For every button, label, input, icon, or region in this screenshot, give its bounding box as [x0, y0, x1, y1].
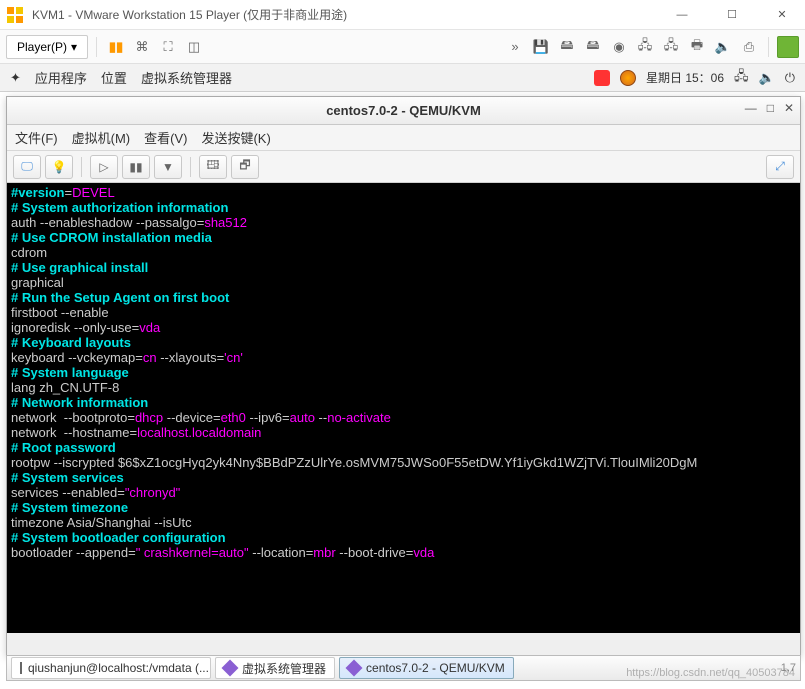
separator	[81, 157, 82, 177]
qemu-minimize-button[interactable]: —	[745, 101, 757, 115]
fullscreen-icon[interactable]: ⛶	[157, 36, 179, 58]
close-button[interactable]: ✕	[765, 4, 799, 26]
updates-icon[interactable]	[620, 70, 636, 86]
qemu-menubar: 文件(F) 虚拟机(M) 查看(V) 发送按键(K)	[7, 125, 800, 151]
virt-viewer-icon	[346, 660, 363, 677]
nic2-icon[interactable]: 🖧	[660, 36, 682, 58]
crash-notify-icon[interactable]	[594, 70, 610, 86]
gnome-taskbar: qiushanjun@localhost:/vmdata (... 虚拟系统管理…	[6, 655, 801, 681]
printer-icon[interactable]: 🖶	[686, 36, 708, 58]
gnome-apps-icon: ✦	[10, 70, 21, 86]
task-qemu[interactable]: centos7.0-2 - QEMU/KVM	[339, 657, 514, 679]
floppy-icon[interactable]: 💾	[530, 36, 552, 58]
chevron-down-icon: ▾	[71, 40, 77, 54]
network-status-icon[interactable]: 🖧	[734, 67, 749, 89]
terminal-icon	[20, 662, 22, 674]
separator	[768, 37, 769, 57]
pause-button[interactable]: ▮▮	[122, 155, 150, 179]
qemu-window: centos7.0-2 - QEMU/KVM — □ ✕ 文件(F) 虚拟机(M…	[6, 96, 801, 656]
qemu-titlebar: centos7.0-2 - QEMU/KVM — □ ✕	[7, 97, 800, 125]
vmware-tools-button[interactable]	[777, 36, 799, 58]
connect-icon[interactable]: »	[504, 36, 526, 58]
unity-icon[interactable]: ◫	[183, 36, 205, 58]
pager: 1,7	[781, 662, 796, 674]
applications-menu[interactable]: 应用程序	[35, 68, 87, 87]
separator	[190, 157, 191, 177]
task-virt-manager[interactable]: 虚拟系统管理器	[215, 657, 335, 679]
task-terminal[interactable]: qiushanjun@localhost:/vmdata (...	[11, 657, 211, 679]
virt-manager-icon	[222, 660, 239, 677]
qemu-window-title: centos7.0-2 - QEMU/KVM	[326, 103, 481, 118]
clock[interactable]: 星期日 15：06	[646, 69, 724, 86]
vmware-logo-icon	[6, 6, 24, 24]
qemu-toolbar: 🖵 💡 ▷ ▮▮ ▼ 🖽 🗗 ⤢	[7, 151, 800, 183]
places-menu[interactable]: 位置	[101, 68, 127, 87]
pause-icon[interactable]: ▮▮	[105, 36, 127, 58]
menu-vm[interactable]: 虚拟机(M)	[72, 128, 131, 147]
volume-icon[interactable]: 🔈	[759, 70, 775, 86]
details-button[interactable]: 💡	[45, 155, 73, 179]
maximize-button[interactable]: ☐	[715, 4, 749, 26]
usb-icon[interactable]: ⎙	[738, 36, 760, 58]
cd-icon[interactable]: ◉	[608, 36, 630, 58]
snapshot-button[interactable]: 🖽	[199, 155, 227, 179]
run-button[interactable]: ▷	[90, 155, 118, 179]
vmware-titlebar: KVM1 - VMware Workstation 15 Player (仅用于…	[0, 0, 805, 30]
window-controls: — ☐ ✕	[665, 4, 799, 26]
vmware-window-title: KVM1 - VMware Workstation 15 Player (仅用于…	[32, 6, 665, 23]
separator	[96, 37, 97, 57]
guest-terminal[interactable]: #version=DEVEL# System authorization inf…	[7, 183, 800, 633]
qemu-maximize-button[interactable]: □	[767, 101, 774, 115]
vmware-toolbar: Player(P) ▾ ▮▮ ⌘ ⛶ ◫ » 💾 🖴 🖴 ◉ 🖧 🖧 🖶 🔈 ⎙	[0, 30, 805, 64]
hdd2-icon[interactable]: 🖴	[582, 36, 604, 58]
console-button[interactable]: 🖵	[13, 155, 41, 179]
hdd-icon[interactable]: 🖴	[556, 36, 578, 58]
player-menu-button[interactable]: Player(P) ▾	[6, 35, 88, 59]
qemu-close-button[interactable]: ✕	[784, 101, 794, 115]
shutdown-button[interactable]: ▼	[154, 155, 182, 179]
menu-view[interactable]: 查看(V)	[144, 128, 187, 147]
sound-icon[interactable]: 🔈	[712, 36, 734, 58]
send-ctrl-alt-del-icon[interactable]: ⌘	[131, 36, 153, 58]
gnome-top-bar: ✦ 应用程序 位置 虚拟系统管理器 星期日 15：06 🖧 🔈 ⏻	[0, 64, 805, 92]
network-icon[interactable]: 🖧	[634, 36, 656, 58]
minimize-button[interactable]: —	[665, 4, 699, 26]
menu-file[interactable]: 文件(F)	[15, 128, 58, 147]
virt-manager-title[interactable]: 虚拟系统管理器	[141, 68, 232, 87]
screenshot-button[interactable]: 🗗	[231, 155, 259, 179]
menu-sendkey[interactable]: 发送按键(K)	[201, 128, 270, 147]
power-icon[interactable]: ⏻	[785, 70, 795, 86]
fullscreen-toggle-button[interactable]: ⤢	[766, 155, 794, 179]
